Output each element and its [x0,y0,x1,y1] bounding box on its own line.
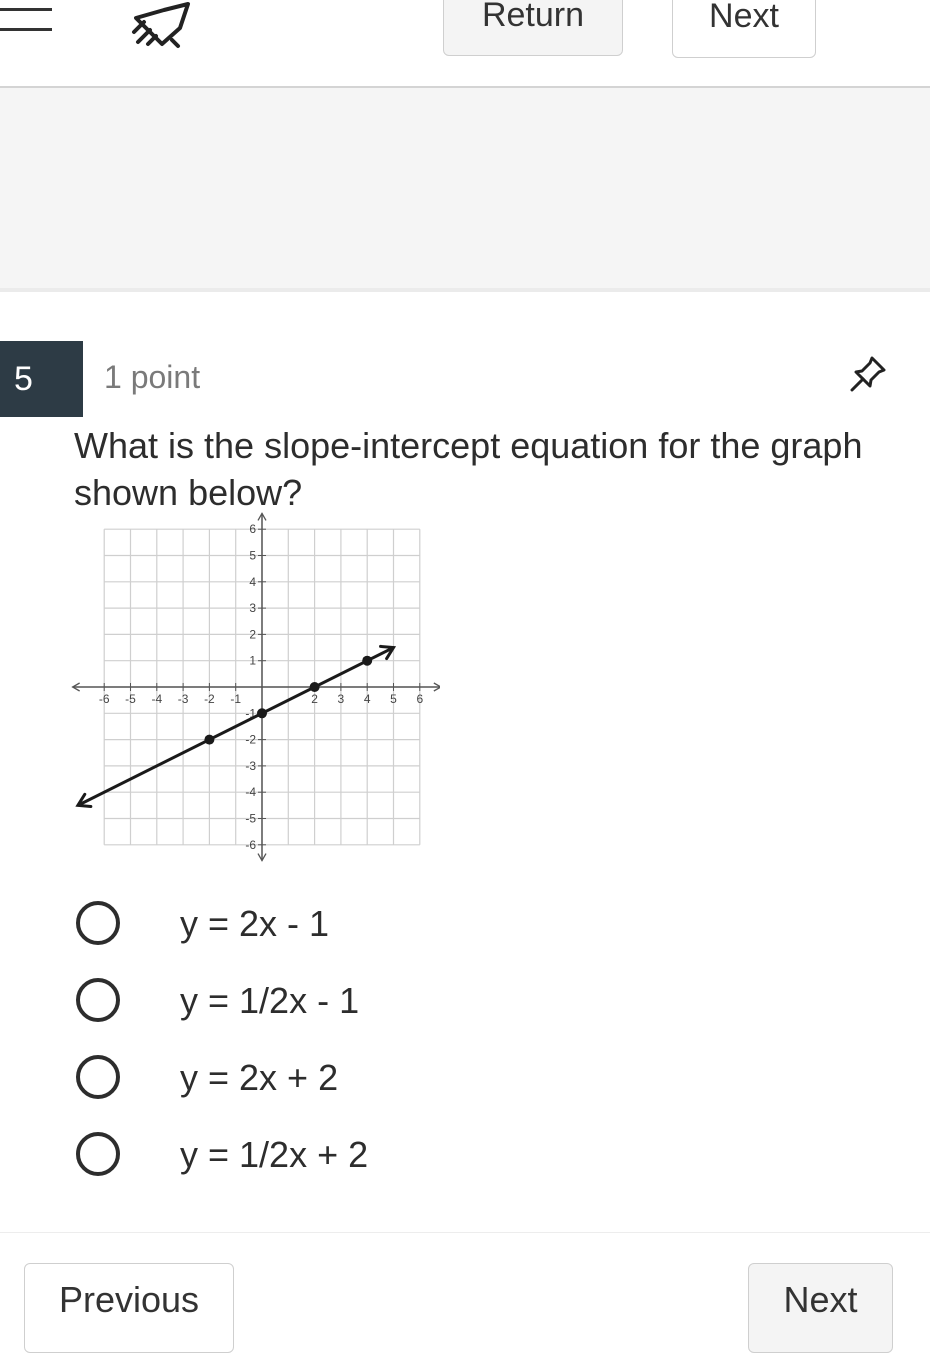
x-tick-label: -6 [99,692,110,706]
x-tick-label: 6 [416,692,423,706]
x-tick-label: 3 [338,692,345,706]
y-tick-label: -5 [245,812,256,826]
answer-option-label: y = 1/2x + 2 [180,1134,369,1175]
question-points: 1 point [104,359,201,395]
x-tick-label: -1 [230,692,241,706]
y-tick-label: 5 [249,549,256,563]
plotted-point [362,655,373,666]
footer-divider [0,1232,930,1233]
y-tick-label: 2 [249,627,256,641]
question-text: What is the slope-intercept equation for… [74,425,863,513]
y-tick-label: 3 [249,601,256,615]
y-tick-label: -4 [245,785,256,799]
y-tick-label: -3 [245,759,256,773]
radio-button[interactable] [76,901,120,945]
answer-option[interactable]: y = 2x - 1 [76,895,576,955]
answer-option[interactable]: y = 1/2x + 2 [76,1126,576,1186]
radio-button[interactable] [76,1132,120,1176]
answer-option-label: y = 2x - 1 [180,903,330,944]
x-tick-label: 2 [311,692,318,706]
y-tick-label: 1 [249,654,256,668]
content-banner [0,88,930,292]
rocket-icon [122,0,194,50]
pushpin-icon[interactable] [846,352,890,396]
top-bar: Return Next [0,0,930,88]
plotted-point [257,708,267,719]
x-tick-label: -5 [125,692,136,706]
y-tick-label: -6 [245,838,256,852]
next-button-bottom[interactable]: Next [748,1263,893,1353]
answer-option-label: y = 1/2x - 1 [180,980,360,1021]
y-tick-label: -2 [245,733,256,747]
answer-option-label: y = 2x + 2 [180,1057,339,1098]
answer-option[interactable]: y = 1/2x - 1 [76,972,576,1032]
x-tick-label: -4 [151,692,162,706]
graph-axes [71,512,443,862]
x-tick-label: -2 [204,692,215,706]
y-tick-label: 4 [249,575,256,589]
next-button-top[interactable]: Next [672,0,816,58]
plotted-point [204,734,215,745]
x-tick-label: 4 [364,692,371,706]
answer-option[interactable]: y = 2x + 2 [76,1049,576,1109]
question-number: 5 [0,341,83,417]
previous-button[interactable]: Previous [24,1263,234,1353]
plotted-point [309,682,320,692]
radio-button[interactable] [76,978,120,1022]
radio-button[interactable] [76,1055,120,1099]
coordinate-graph: -6 -5 -4 -3 -2 -1 2 3 4 5 6 6 5 4 3 2 1 -1 -2 -3 -4 -5 -6 [70,508,443,868]
y-tick-label: 6 [249,522,256,536]
hamburger-menu-icon[interactable] [0,0,54,36]
x-tick-label: -3 [178,692,189,706]
return-button[interactable]: Return [443,0,623,56]
x-tick-label: 5 [390,692,397,706]
